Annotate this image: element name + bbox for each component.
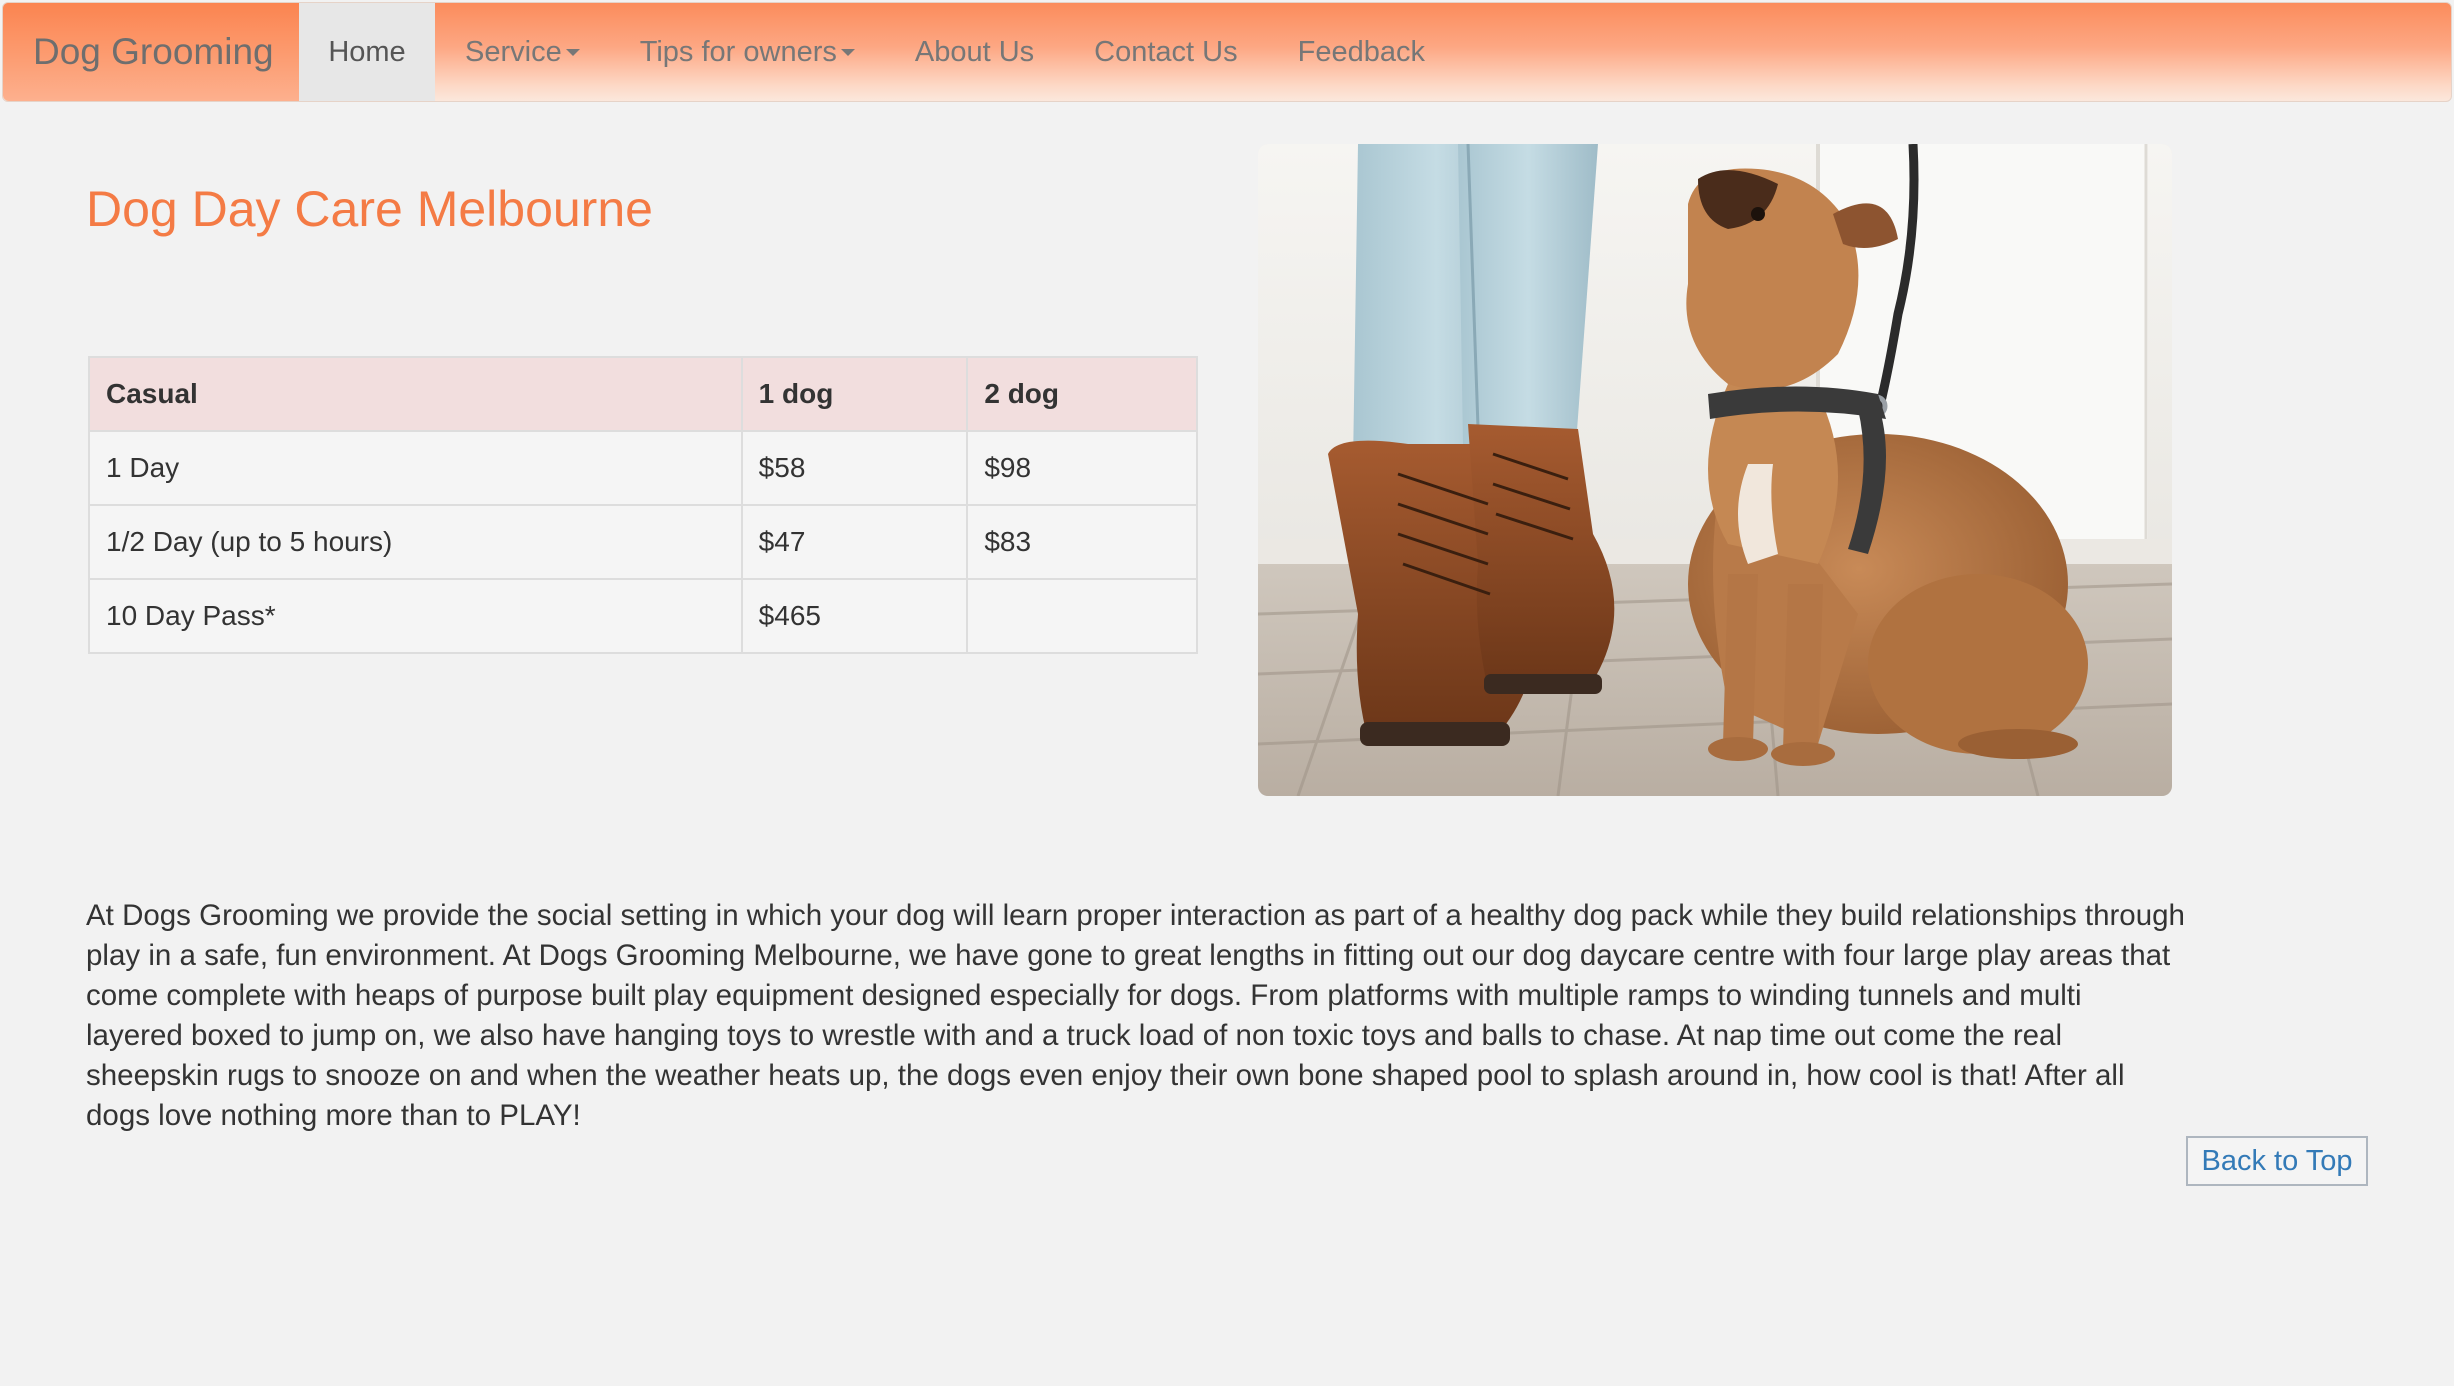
nav-item-tips-for-owners[interactable]: Tips for owners [610, 3, 885, 101]
table-cell: $58 [740, 430, 969, 506]
table-cell: $98 [966, 430, 1198, 506]
table-header-cell: 1 dog [740, 356, 969, 432]
nav-item-contact-us[interactable]: Contact Us [1064, 3, 1267, 101]
brand-logo[interactable]: Dog Grooming [3, 3, 299, 101]
nav-item-feedback[interactable]: Feedback [1268, 3, 1455, 101]
table-header-cell: Casual [88, 356, 743, 432]
dog-and-owner-illustration [1258, 144, 2172, 796]
nav-item-about-us[interactable]: About Us [885, 3, 1064, 101]
dog-photo [1258, 144, 2172, 796]
price-table: Casual 1 dog 2 dog 1 Day $58 $98 1/2 Day… [88, 356, 1198, 654]
nav-item-service[interactable]: Service [435, 3, 610, 101]
table-header-row: Casual 1 dog 2 dog [88, 356, 1198, 432]
table-row: 1 Day $58 $98 [88, 430, 1198, 506]
table-row: 1/2 Day (up to 5 hours) $47 $83 [88, 504, 1198, 580]
table-cell: $465 [740, 578, 969, 654]
table-cell: 1/2 Day (up to 5 hours) [88, 504, 743, 580]
caret-down-icon [840, 48, 855, 56]
back-to-top-button[interactable]: Back to Top [2186, 1136, 2368, 1186]
top-navbar: Dog Grooming Home Service Tips for owner… [2, 2, 2452, 102]
caret-down-icon [565, 48, 580, 56]
table-cell [966, 578, 1198, 654]
table-cell: 10 Day Pass* [88, 578, 743, 654]
nav-item-label: About Us [914, 35, 1035, 68]
table-cell: $83 [966, 504, 1198, 580]
nav-item-label: Service [465, 35, 562, 68]
description-paragraph: At Dogs Grooming we provide the social s… [86, 899, 2185, 1132]
nav-item-home[interactable]: Home [299, 3, 435, 101]
table-header-cell: 2 dog [966, 356, 1198, 432]
nav-item-label: Contact Us [1094, 35, 1238, 68]
nav-item-label: Tips for owners [639, 35, 837, 68]
table-cell: $47 [740, 504, 969, 580]
page-title: Dog Day Care Melbourne [86, 181, 653, 237]
nav-item-label: Feedback [1297, 35, 1425, 68]
nav-item-label: Home [328, 35, 406, 68]
table-cell: 1 Day [88, 430, 743, 506]
table-row: 10 Day Pass* $465 [88, 578, 1198, 654]
